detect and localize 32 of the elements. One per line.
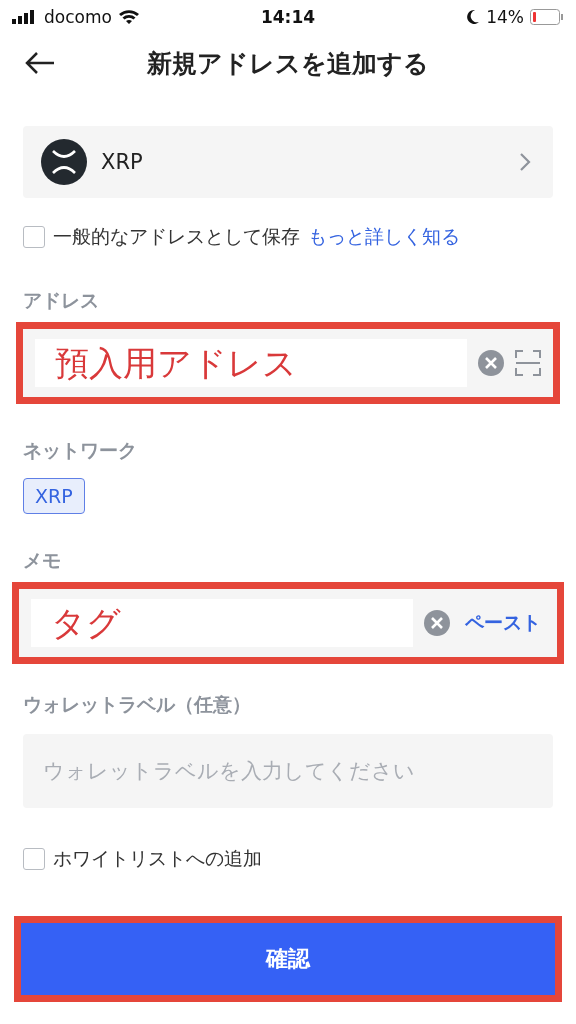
- address-field[interactable]: 預入用アドレス: [23, 329, 553, 397]
- carrier-name: docomo: [44, 7, 112, 27]
- network-chip[interactable]: XRP: [23, 478, 85, 514]
- field-label: ウォレットラベル（任意）: [23, 692, 252, 717]
- clear-icon[interactable]: [423, 609, 451, 637]
- address-value: 預入用アドレス: [35, 339, 467, 387]
- paste-button[interactable]: ペースト: [461, 610, 545, 636]
- battery-percent: 14%: [486, 7, 524, 27]
- learn-more-link[interactable]: もっと詳しく知る: [308, 224, 460, 250]
- back-button[interactable]: [24, 51, 56, 75]
- checkbox[interactable]: [23, 226, 45, 248]
- chevron-right-icon: [519, 152, 531, 172]
- xrp-logo-icon: [41, 139, 87, 185]
- page-title: 新規アドレスを追加する: [146, 47, 430, 80]
- field-label: ネットワーク: [23, 438, 138, 463]
- checkbox-label: ホワイトリストへの追加: [53, 846, 262, 871]
- wallet-label-field[interactable]: ウォレットラベルを入力してください: [23, 734, 553, 808]
- field-label: アドレス: [23, 288, 100, 313]
- memo-value: タグ: [31, 599, 413, 647]
- battery-icon: [530, 9, 564, 25]
- clear-icon[interactable]: [477, 349, 505, 377]
- checkbox[interactable]: [23, 848, 45, 870]
- checkbox-label: 一般的なアドレスとして保存: [53, 224, 300, 249]
- moon-icon: [466, 9, 481, 25]
- memo-field[interactable]: タグ ペースト: [19, 589, 557, 657]
- wallet-label-input[interactable]: ウォレットラベルを入力してください: [41, 758, 535, 784]
- field-label: メモ: [23, 548, 62, 573]
- confirm-button[interactable]: 確認: [21, 923, 555, 995]
- clock-time: 14:14: [260, 7, 316, 27]
- scan-icon[interactable]: [515, 350, 541, 376]
- asset-selector[interactable]: XRP: [23, 126, 553, 198]
- wifi-icon: [117, 9, 140, 25]
